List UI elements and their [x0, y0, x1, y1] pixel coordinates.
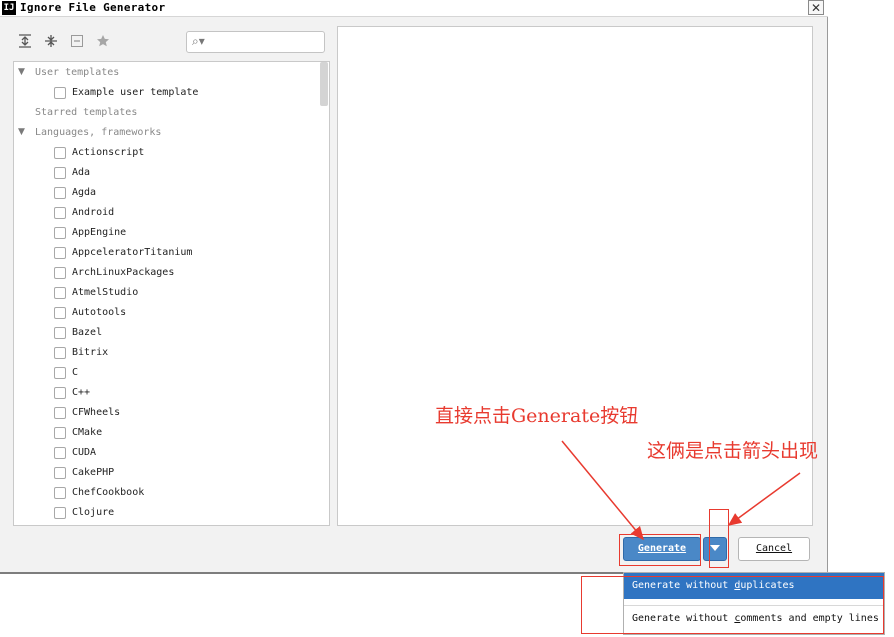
arrow-to-dropdown	[727, 472, 801, 526]
arrow-to-generate	[561, 440, 644, 541]
annotation-arrows	[561, 440, 801, 541]
